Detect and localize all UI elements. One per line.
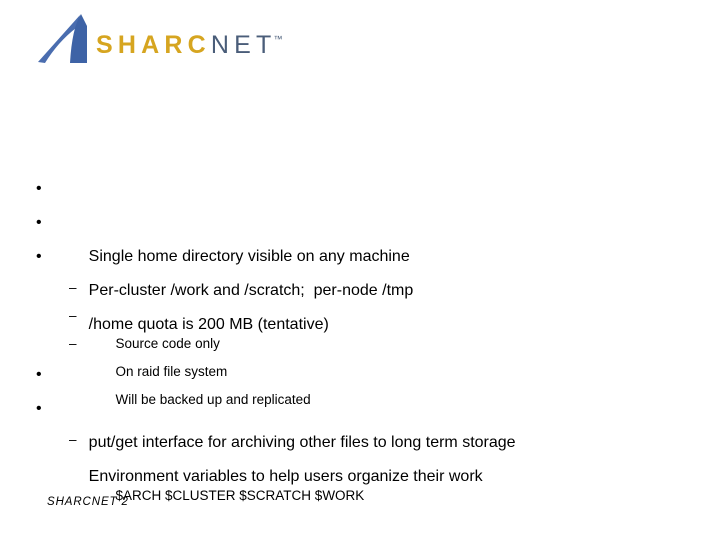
logo-text-sharc: SHARC xyxy=(96,31,211,59)
sub-list-item: – Will be backed up and replicated xyxy=(0,330,720,407)
sub-list-item: – On raid file system xyxy=(0,302,720,379)
slide-footer: SHARCNET 2 xyxy=(47,496,129,508)
logo-text-net: NET xyxy=(210,31,277,59)
bullet-marker-icon: • xyxy=(36,248,42,265)
list-item: • /home quota is 200 MB (tentative) xyxy=(0,240,720,333)
list-item: • Environment variables to help users or… xyxy=(0,392,720,485)
bullet-marker-icon: • xyxy=(36,366,42,383)
bullet-marker-icon: • xyxy=(36,214,42,231)
dash-marker-icon: – xyxy=(69,432,77,447)
presentation-slide: SHARCNET™ • Single home directory visibl… xyxy=(0,0,720,540)
sub-list-item: – Source code only xyxy=(0,274,720,351)
sharcnet-wordmark: SHARCNET™ xyxy=(96,33,283,58)
sharcnet-logo: SHARCNET™ xyxy=(36,12,336,72)
trademark-symbol: ™ xyxy=(273,34,283,44)
list-item: • Per-cluster /work and /scratch; per-no… xyxy=(0,206,720,299)
dash-marker-icon: – xyxy=(69,308,77,323)
bullet-marker-icon: • xyxy=(36,400,42,417)
sub-list-item-text: $ARCH $CLUSTER $SCRATCH $WORK xyxy=(115,488,365,503)
sub-list-item: – $ARCH $CLUSTER $SCRATCH $WORK xyxy=(0,426,720,503)
bullet-marker-icon: • xyxy=(36,180,42,197)
dash-marker-icon: – xyxy=(69,336,77,351)
list-item: • put/get interface for archiving other … xyxy=(0,358,720,451)
list-item: • Single home directory visible on any m… xyxy=(0,172,720,265)
sharcnet-triangle-mark-icon xyxy=(36,12,98,68)
slide-body-bullet-list: • Single home directory visible on any m… xyxy=(0,172,720,503)
dash-marker-icon: – xyxy=(69,280,77,295)
